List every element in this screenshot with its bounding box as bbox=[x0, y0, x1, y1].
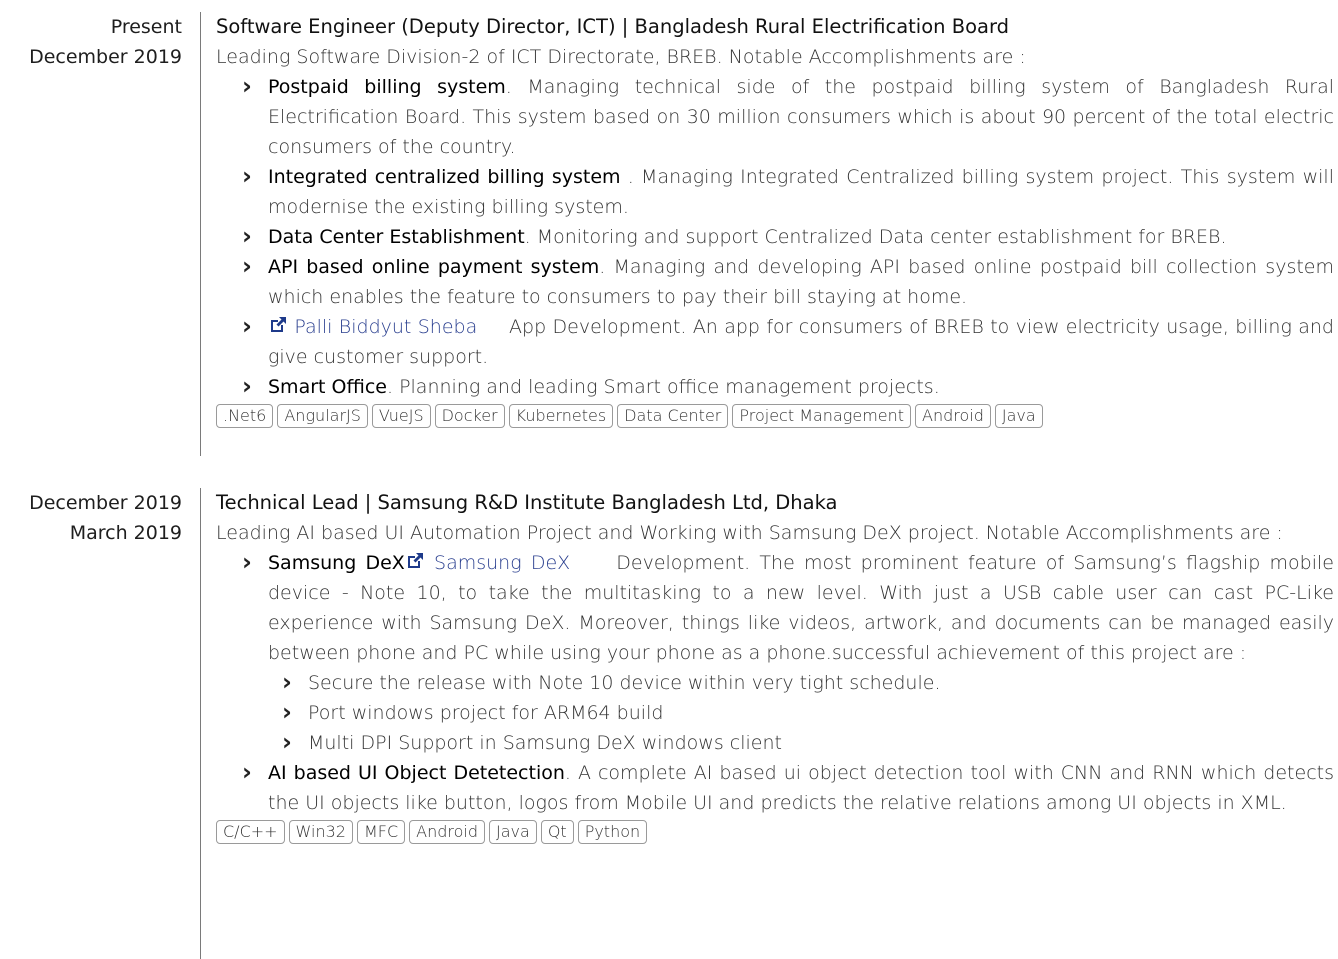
skill-tags: C/C++ Win32 MFC Android Java Qt Python bbox=[216, 820, 1334, 844]
skill-tag: Kubernetes bbox=[508, 404, 614, 428]
sub-list-item: Multi DPI Support in Samsung DeX windows… bbox=[282, 727, 1334, 758]
sub-list-item: Port windows project for ARM64 build bbox=[282, 697, 1334, 728]
list-item: Data Center Establishment. Monitoring an… bbox=[242, 221, 1334, 252]
date-start: December 2019 bbox=[29, 46, 182, 68]
timeline-divider bbox=[200, 488, 201, 959]
item-text: Development. The most prominent feature … bbox=[268, 552, 1334, 664]
item-text: . Monitoring and support Centralized Dat… bbox=[524, 226, 1227, 248]
date-end: Present bbox=[110, 16, 182, 38]
job-title: Technical Lead | Samsung R&D Institute B… bbox=[216, 491, 838, 514]
skill-tags: .Net6 AngularJS VueJS Docker Kubernetes … bbox=[216, 404, 1334, 428]
skill-tag: AngularJS bbox=[277, 404, 368, 428]
skill-tag: MFC bbox=[356, 820, 406, 844]
accomplishment-list: Samsung DeX Samsung DeX Development. The… bbox=[216, 547, 1334, 818]
item-heading: Postpaid billing system bbox=[268, 76, 506, 98]
entry-content: Technical Lead | Samsung R&D Institute B… bbox=[216, 488, 1334, 844]
entry-dates: December 2019 March 2019 bbox=[0, 488, 182, 548]
samsung-dex-link[interactable]: Samsung DeX bbox=[434, 552, 570, 574]
skill-tag: Docker bbox=[434, 404, 505, 428]
list-item: Postpaid billing system. Managing techni… bbox=[242, 71, 1334, 162]
item-heading: AI based UI Object Detetection bbox=[268, 762, 565, 784]
skill-tag: Win32 bbox=[288, 820, 353, 844]
list-item: Smart Office. Planning and leading Smart… bbox=[242, 371, 1334, 402]
skill-tag: Android bbox=[915, 404, 991, 428]
list-item: API based online payment system. Managin… bbox=[242, 251, 1334, 312]
list-item: Samsung DeX Samsung DeX Development. The… bbox=[242, 547, 1334, 758]
list-item: Integrated centralized billing system . … bbox=[242, 161, 1334, 222]
accomplishment-list: Postpaid billing system. Managing techni… bbox=[216, 71, 1334, 402]
skill-tag: Java bbox=[489, 820, 537, 844]
item-heading: API based online payment system bbox=[268, 256, 600, 278]
item-heading: Integrated centralized billing system bbox=[268, 166, 628, 188]
item-heading: Samsung DeX bbox=[268, 552, 405, 574]
skill-tag: C/C++ bbox=[216, 820, 285, 844]
skill-tag: Data Center bbox=[617, 404, 729, 428]
external-link-icon[interactable] bbox=[268, 316, 288, 338]
job-description: Leading Software Division-2 of ICT Direc… bbox=[216, 46, 1026, 68]
timeline-divider bbox=[200, 12, 201, 456]
sub-list-item: Secure the release with Note 10 device w… bbox=[282, 667, 1334, 698]
skill-tag: .Net6 bbox=[216, 404, 274, 428]
date-end: December 2019 bbox=[29, 492, 182, 514]
item-text: . Planning and leading Smart office mana… bbox=[386, 376, 940, 398]
list-item: Palli Biddyut Sheba App Development. An … bbox=[242, 311, 1334, 372]
list-item: AI based UI Object Detetection. A comple… bbox=[242, 757, 1334, 818]
skill-tag: Python bbox=[577, 820, 648, 844]
item-heading: Data Center Establishment bbox=[268, 226, 525, 248]
achievement-sublist: Secure the release with Note 10 device w… bbox=[268, 667, 1334, 758]
skill-tag: Android bbox=[409, 820, 486, 844]
external-link-icon[interactable] bbox=[405, 552, 425, 574]
skill-tag: Qt bbox=[540, 820, 574, 844]
entry-dates: Present December 2019 bbox=[0, 12, 182, 72]
job-title: Software Engineer (Deputy Director, ICT)… bbox=[216, 15, 1010, 38]
entry-content: Software Engineer (Deputy Director, ICT)… bbox=[216, 12, 1334, 428]
skill-tag: Project Management bbox=[732, 404, 912, 428]
date-start: March 2019 bbox=[69, 522, 182, 544]
skill-tag: Java bbox=[994, 404, 1043, 428]
job-description: Leading AI based UI Automation Project a… bbox=[216, 522, 1283, 544]
item-heading: Smart Office bbox=[268, 376, 387, 398]
skill-tag: VueJS bbox=[371, 404, 431, 428]
palli-biddyut-sheba-link[interactable]: Palli Biddyut Sheba bbox=[294, 316, 477, 338]
